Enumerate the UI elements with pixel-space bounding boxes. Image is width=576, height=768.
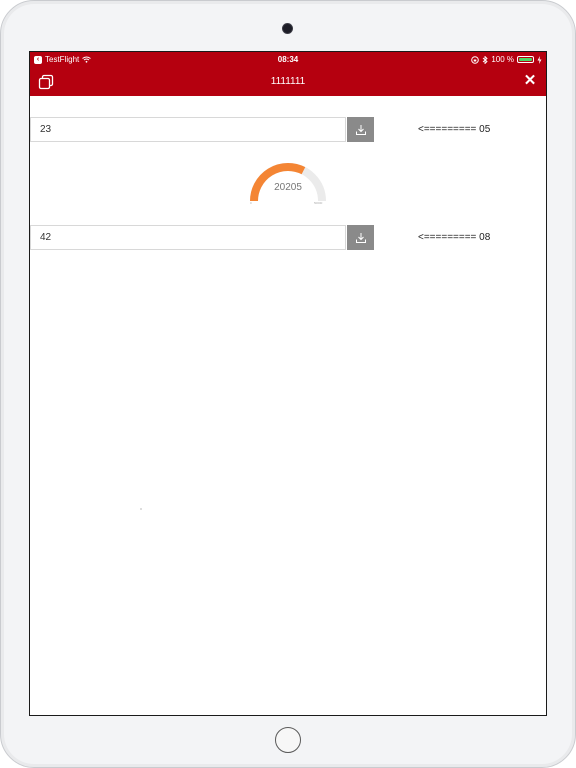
battery-percent: 100 % <box>491 55 514 64</box>
page-title: 1111111 <box>270 76 306 87</box>
value-field-2[interactable]: 42 <box>30 225 346 250</box>
gauge-value: 20205 <box>274 182 302 193</box>
value-field-1[interactable]: 23 <box>30 117 346 142</box>
download-icon <box>355 232 366 243</box>
app-screen: ‹ TestFlight 08:34 100 % 1111111 ✕ 23 <=… <box>29 51 547 716</box>
status-time: 08:34 <box>277 55 299 64</box>
status-right: 100 % <box>471 55 542 64</box>
front-camera <box>283 24 292 33</box>
home-button[interactable] <box>275 727 301 753</box>
orientation-lock-icon <box>471 55 480 64</box>
battery-icon <box>517 56 534 63</box>
charging-icon <box>537 55 542 64</box>
close-icon[interactable]: ✕ <box>522 73 538 89</box>
input-row-2: 42 <========= 08 <box>30 225 546 251</box>
ipad-device: ‹ TestFlight 08:34 100 % 1111111 ✕ 23 <=… <box>0 0 576 768</box>
row-label-2: <========= 08 <box>418 232 491 243</box>
nav-bar: 1111111 ✕ <box>30 68 546 96</box>
download-button-2[interactable] <box>347 225 374 250</box>
bluetooth-icon <box>483 55 488 64</box>
row-label-1: <========= 05 <box>418 124 491 135</box>
download-icon <box>355 124 366 135</box>
download-button-1[interactable] <box>347 117 374 142</box>
status-bar: ‹ TestFlight 08:34 100 % <box>30 52 546 68</box>
input-row-1: 23 <========= 05 <box>30 117 546 143</box>
gauge-min-label: 0 <box>250 201 252 205</box>
stray-dot <box>140 508 142 510</box>
gauge-max-label: 50000 <box>314 201 323 205</box>
